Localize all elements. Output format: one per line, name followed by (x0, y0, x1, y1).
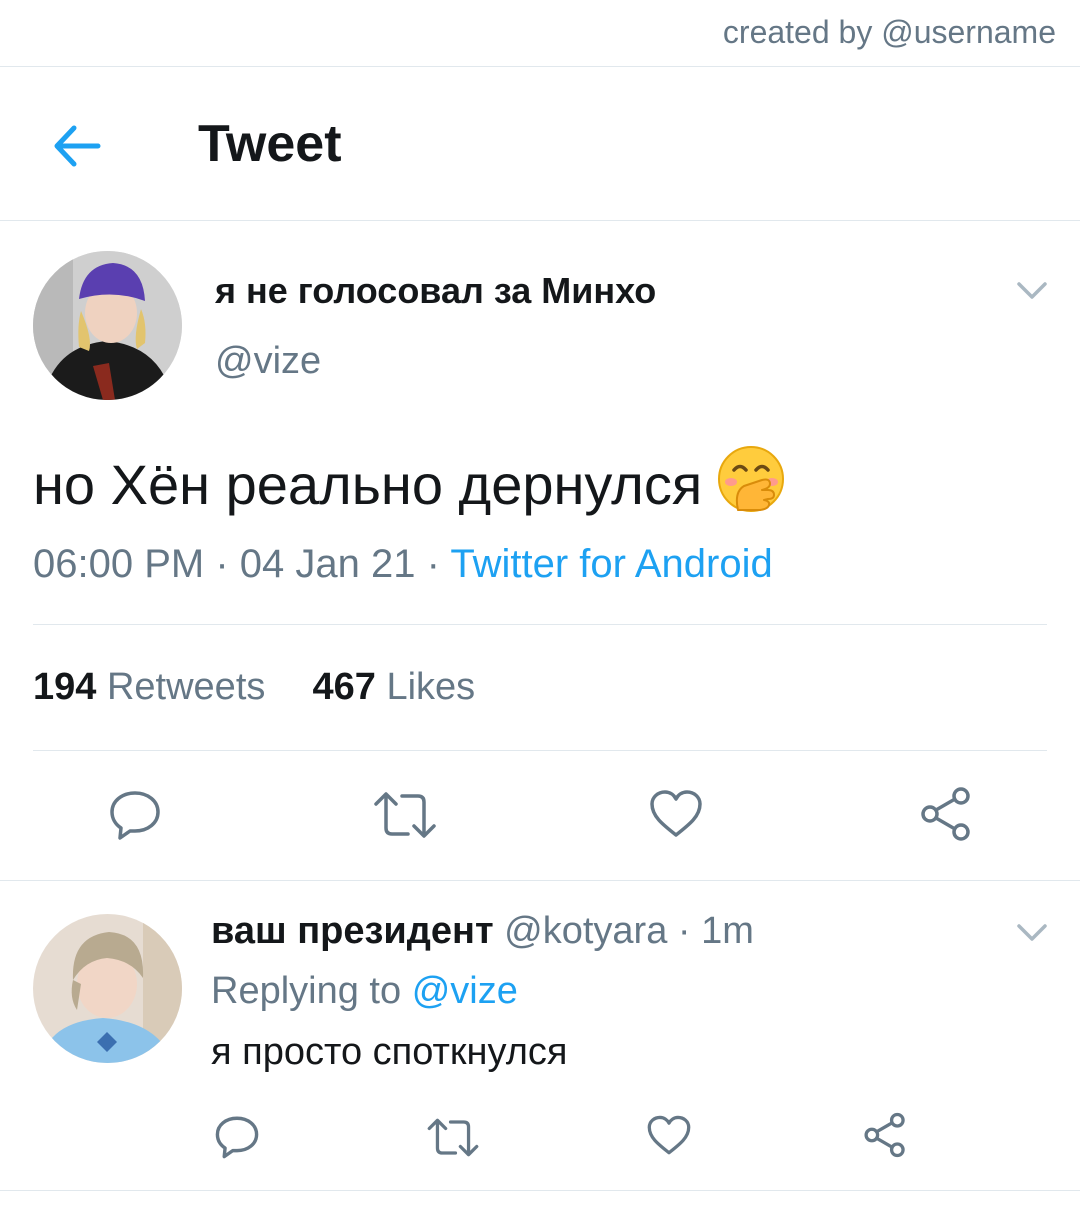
tweet-text-content: но Хён реально дернулся (33, 453, 703, 516)
avatar-image (33, 914, 182, 1063)
back-button[interactable] (50, 120, 106, 172)
tweet-stats: 194 Retweets 467 Likes (33, 666, 475, 709)
tweet-time: 06:00 PM (33, 542, 205, 586)
heart-icon (650, 790, 702, 837)
user-handle[interactable]: @vize (215, 340, 321, 383)
divider (33, 750, 1047, 751)
meta-separator: · (677, 910, 691, 952)
replying-to-handle-link[interactable]: @vize (412, 970, 518, 1012)
replying-to: Replying to @vize (211, 970, 518, 1013)
avatar-image (33, 251, 182, 400)
reply-text: я просто споткнулся (211, 1031, 568, 1073)
divider (0, 220, 1080, 221)
tweet-text: но Хён реально дернулся (33, 444, 786, 527)
reply-retweet-button[interactable] (426, 1117, 480, 1158)
reply-header: ваш президент @kotyara · 1m (211, 910, 754, 953)
replying-to-label: Replying to (211, 970, 402, 1012)
retweets-label: Retweets (106, 666, 266, 708)
arrow-left-icon (54, 125, 101, 167)
comment-icon (110, 791, 160, 840)
reply-button[interactable] (108, 788, 162, 842)
reply-time: 1m (701, 910, 754, 952)
divider (0, 66, 1080, 67)
meta-separator: · (426, 542, 440, 586)
retweet-icon (374, 792, 436, 838)
tweet-meta: 06:00 PM · 04 Jan 21 · Twitter for Andro… (33, 542, 773, 587)
likes-label: Likes (386, 666, 476, 708)
share-icon (921, 787, 970, 841)
share-icon (864, 1112, 905, 1158)
watermark-text: created by @username (722, 14, 1056, 50)
like-button[interactable] (648, 788, 704, 840)
retweets-stat[interactable]: 194 Retweets (33, 666, 265, 708)
divider (33, 624, 1047, 625)
tweet-menu-button[interactable] (1016, 280, 1048, 302)
tweet-source-link[interactable]: Twitter for Android (450, 542, 772, 586)
chevron-down-icon (1017, 924, 1047, 941)
face-with-hand-over-mouth-emoji (716, 444, 786, 527)
page-title: Tweet (198, 115, 342, 173)
reply-handle[interactable]: @kotyara (504, 910, 667, 952)
retweets-count: 194 (33, 666, 97, 708)
retweet-icon (427, 1118, 479, 1157)
chevron-down-icon (1017, 282, 1047, 299)
reply-display-name[interactable]: ваш президент (211, 910, 494, 952)
meta-separator: · (215, 542, 229, 586)
comment-icon (215, 1116, 259, 1159)
reply-share-button[interactable] (862, 1112, 908, 1158)
reply-menu-button[interactable] (1016, 922, 1048, 944)
reply-avatar[interactable] (33, 914, 182, 1063)
share-button[interactable] (918, 786, 974, 842)
divider (0, 880, 1080, 881)
retweet-button[interactable] (372, 790, 438, 840)
divider (0, 1190, 1080, 1191)
display-name[interactable]: я не голосовал за Минхо (215, 270, 656, 312)
likes-stat[interactable]: 467 Likes (313, 666, 476, 708)
reply-like-button[interactable] (646, 1114, 692, 1157)
likes-count: 467 (312, 666, 376, 708)
avatar[interactable] (33, 251, 182, 400)
reply-reply-button[interactable] (214, 1114, 260, 1160)
tweet-date: 04 Jan 21 (239, 542, 416, 586)
heart-icon (647, 1115, 691, 1155)
